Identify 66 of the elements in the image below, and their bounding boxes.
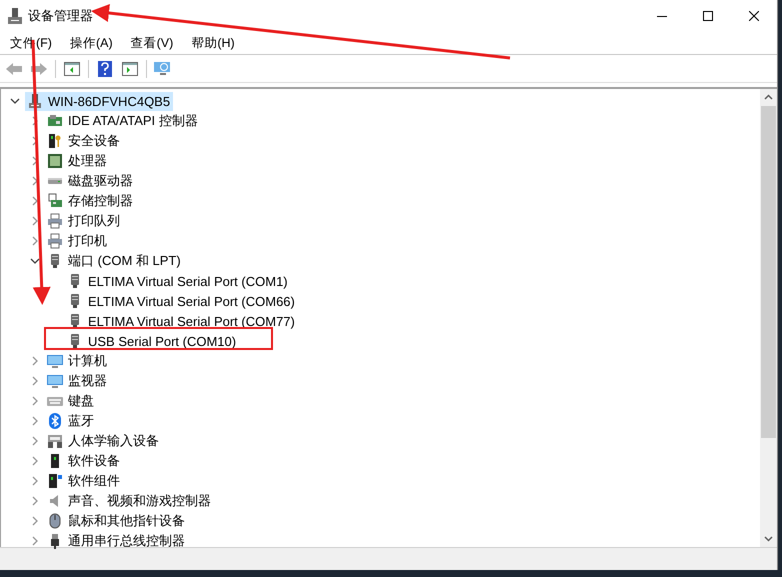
computer-icon	[27, 93, 43, 109]
scrollbar[interactable]	[760, 89, 777, 547]
expand-chevron-icon[interactable]	[30, 456, 40, 466]
expand-chevron-icon[interactable]	[30, 376, 40, 386]
tree-item[interactable]: 软件组件	[45, 472, 123, 490]
expand-chevron-icon[interactable]	[30, 536, 40, 546]
expand-chevron-icon[interactable]	[30, 496, 40, 506]
tree-item[interactable]: 端口 (COM 和 LPT)	[45, 252, 184, 270]
monitor-icon	[154, 60, 172, 76]
forward-arrow-icon	[30, 62, 48, 76]
expand-chevron-icon[interactable]	[30, 416, 40, 426]
panel-icon	[122, 62, 138, 76]
menu-item[interactable]: 操作(A)	[68, 34, 115, 52]
help-icon	[98, 60, 112, 76]
collapse-chevron-icon[interactable]	[10, 96, 20, 106]
tree-item[interactable]: 存储控制器	[45, 192, 136, 210]
expand-chevron-icon[interactable]	[30, 356, 40, 366]
tree-item[interactable]: ELTIMA Virtual Serial Port (COM66)	[65, 292, 298, 310]
tree-item[interactable]: ELTIMA Virtual Serial Port (COM1)	[65, 272, 291, 290]
tree-item[interactable]: 磁盘驱动器	[45, 172, 136, 190]
chip-icon	[47, 153, 63, 169]
tree-item[interactable]: 计算机	[45, 352, 110, 370]
device-tower-icon	[47, 473, 63, 489]
printer-icon	[47, 213, 63, 229]
panel-icon	[64, 62, 80, 76]
expand-chevron-icon[interactable]	[30, 516, 40, 526]
tree-item[interactable]: USB Serial Port (COM10)	[65, 332, 240, 350]
bluetooth-icon	[47, 413, 63, 429]
tree-item[interactable]: 鼠标和其他指针设备	[45, 512, 188, 530]
tree-item[interactable]: 安全设备	[45, 132, 123, 150]
tree-item[interactable]: ELTIMA Virtual Serial Port (COM77)	[65, 312, 298, 330]
drive-icon	[47, 177, 63, 185]
tree-item[interactable]: 打印机	[45, 232, 110, 250]
expand-chevron-icon[interactable]	[30, 236, 40, 246]
mouse-icon	[47, 513, 63, 529]
menu-item[interactable]: 查看(V)	[128, 34, 176, 52]
tree-item[interactable]: 打印队列	[45, 212, 123, 230]
expand-chevron-icon[interactable]	[30, 436, 40, 446]
collapse-chevron-icon[interactable]	[30, 256, 40, 266]
tree-item[interactable]: 通用串行总线控制器	[45, 532, 188, 550]
maximize-icon	[703, 11, 713, 21]
expand-chevron-icon[interactable]	[30, 216, 40, 226]
close-icon	[749, 11, 759, 21]
tree-item[interactable]: 软件设备	[45, 452, 123, 470]
tree-item[interactable]: 监视器	[45, 372, 110, 390]
back-arrow-icon	[5, 62, 23, 76]
storage-controller-icon	[47, 193, 63, 209]
tree-item[interactable]: 处理器	[45, 152, 110, 170]
tree-item[interactable]: 蓝牙	[45, 412, 97, 430]
expand-chevron-icon[interactable]	[30, 396, 40, 406]
tree-item[interactable]: IDE ATA/ATAPI 控制器	[45, 112, 201, 130]
computer-icon	[8, 8, 22, 24]
keyboard-controller-icon	[47, 433, 63, 449]
window-title: 设备管理器	[28, 7, 94, 25]
menu-item[interactable]: 帮助(H)	[189, 34, 237, 52]
expand-chevron-icon[interactable]	[30, 196, 40, 206]
printer-icon	[47, 233, 63, 249]
tree-item[interactable]: 键盘	[45, 392, 97, 410]
tree-item[interactable]: 人体学输入设备	[45, 432, 162, 450]
expand-chevron-icon[interactable]	[30, 476, 40, 486]
monitor-icon	[47, 353, 63, 369]
tree-item[interactable]: WIN-86DFVHC4QB5	[25, 92, 174, 110]
key-device-icon	[47, 133, 63, 149]
tree-item[interactable]: 声音、视频和游戏控制器	[45, 492, 214, 510]
monitor-icon	[47, 373, 63, 389]
circuit-board-icon	[47, 113, 63, 129]
